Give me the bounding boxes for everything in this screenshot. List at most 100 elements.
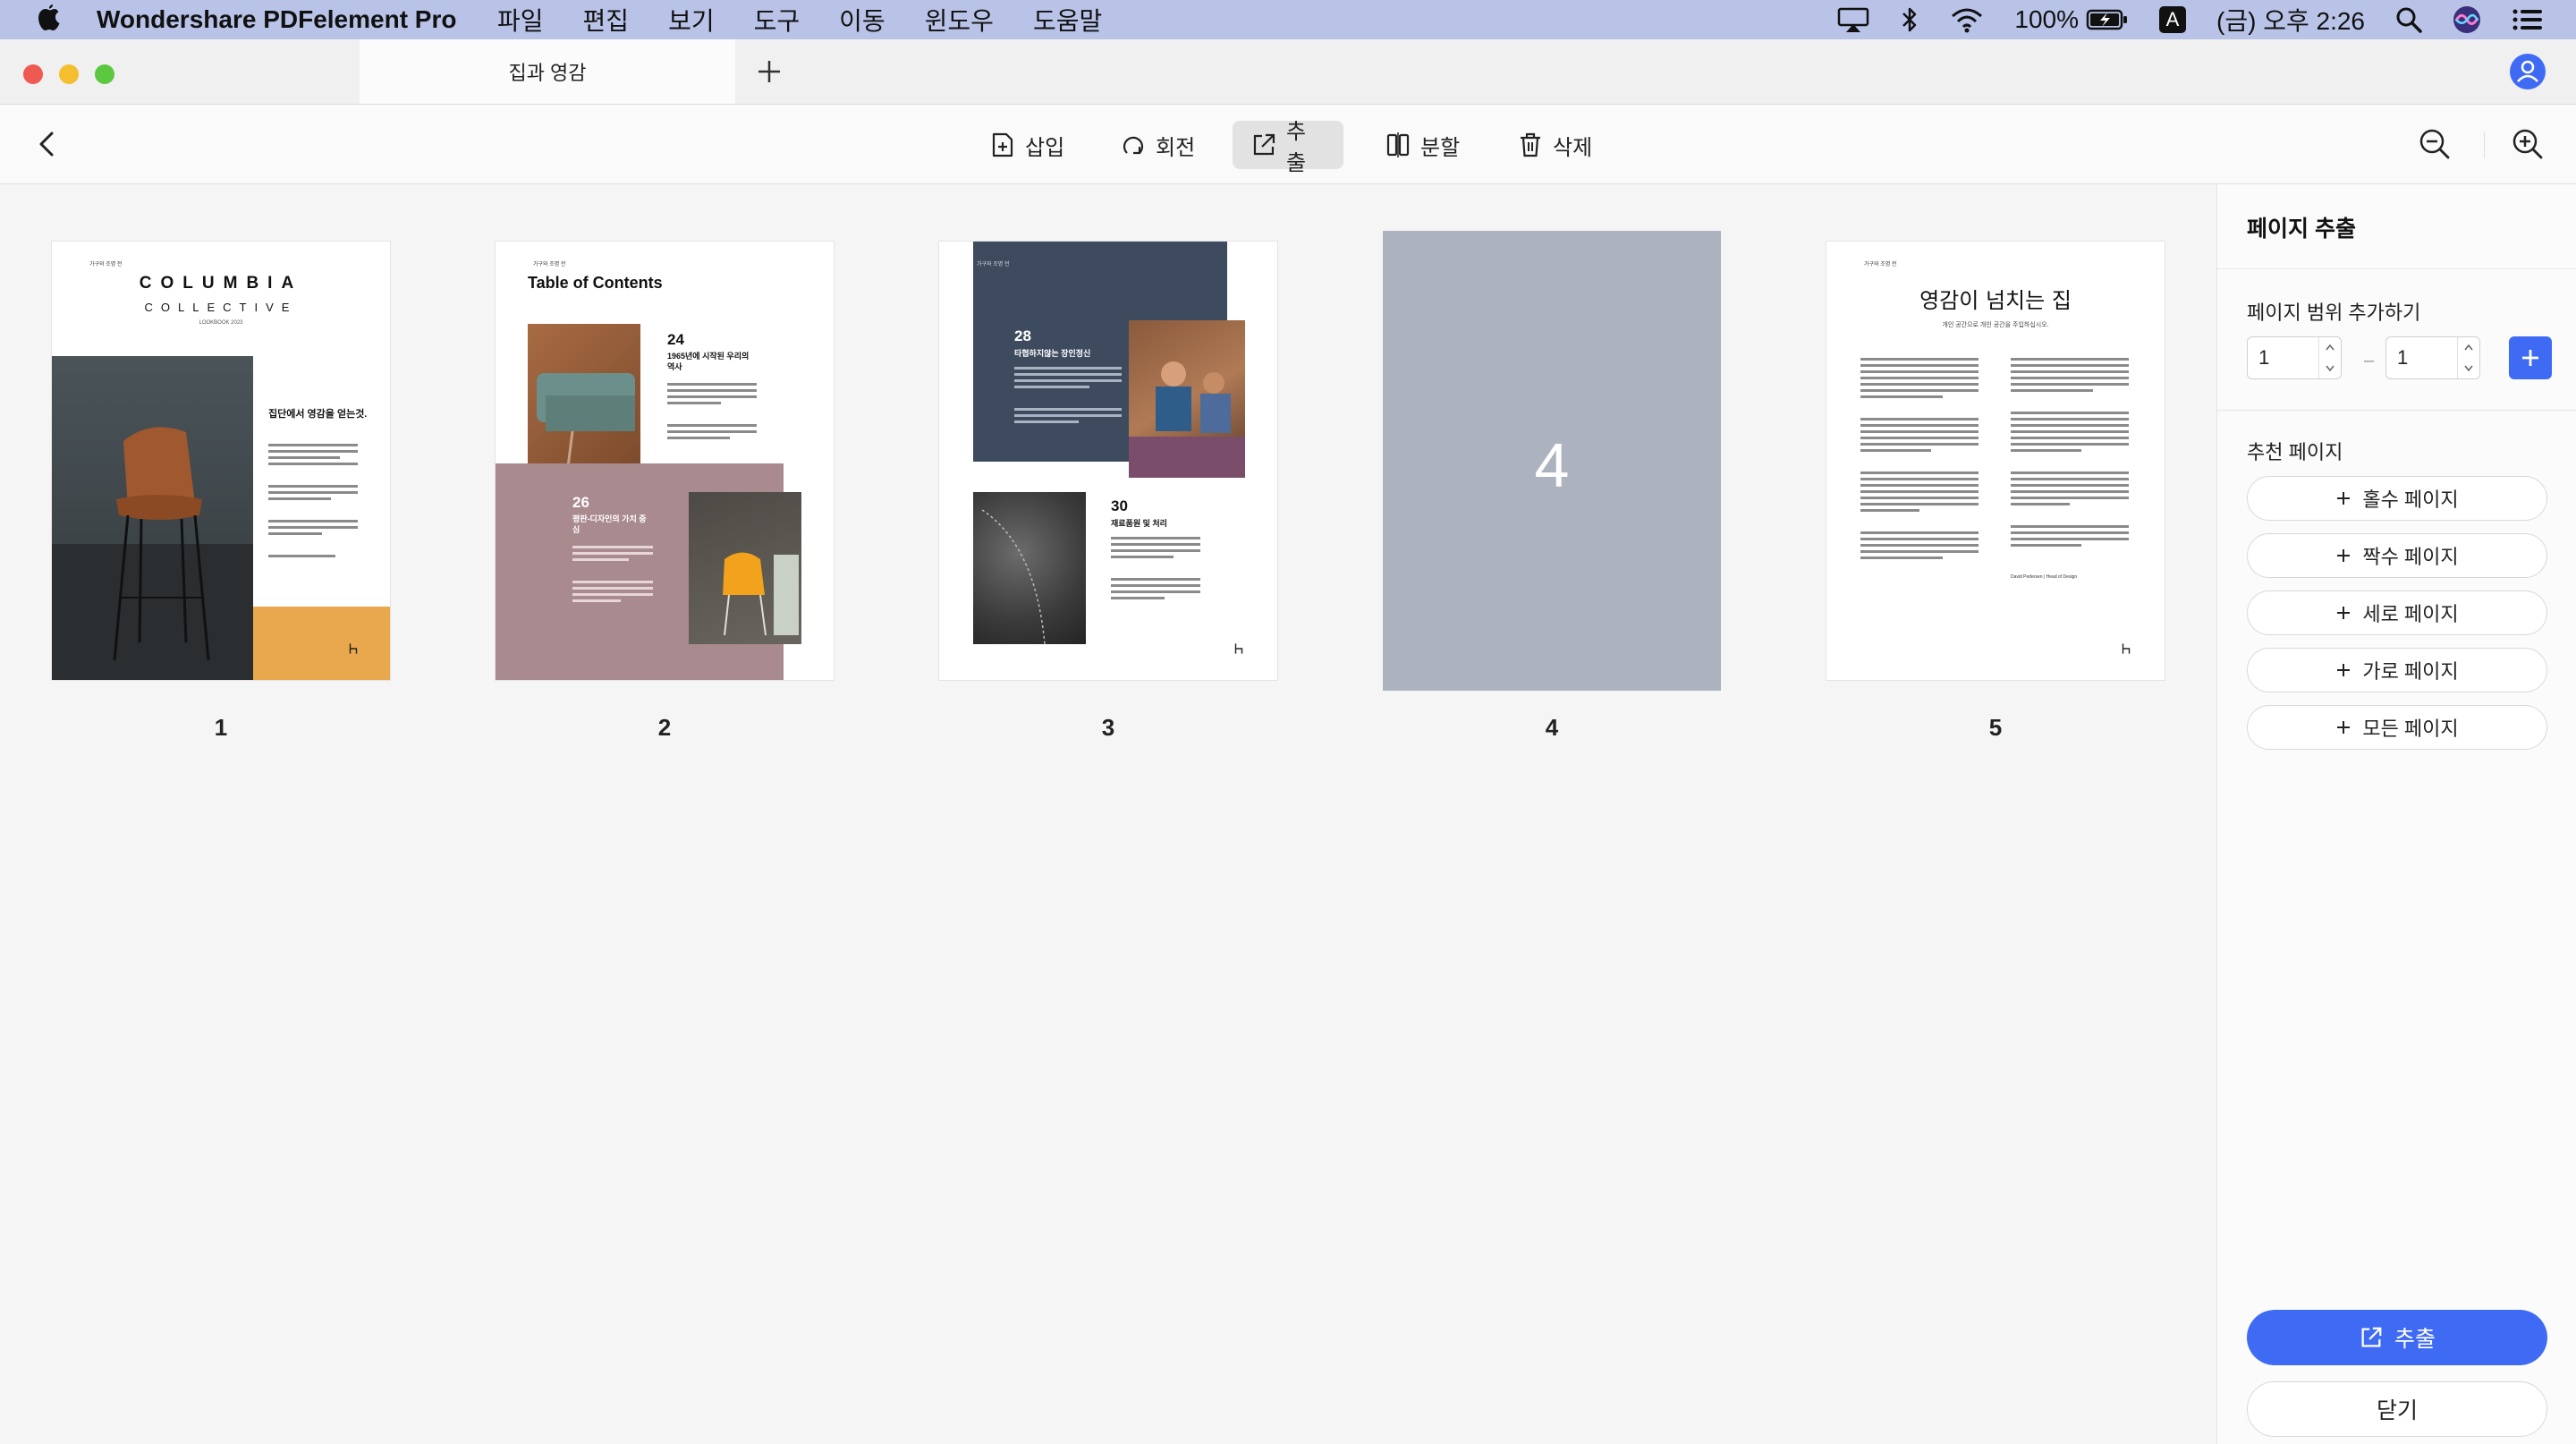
insert-page-button[interactable]: 삽입 (971, 121, 1082, 169)
stepper-up-icon[interactable] (2458, 337, 2479, 358)
chair-graphic (52, 427, 253, 680)
zoom-in-icon[interactable] (2510, 126, 2546, 162)
odd-pages-button[interactable]: 홀수 페이지 (2247, 476, 2547, 521)
menu-go[interactable]: 이동 (839, 2, 886, 38)
range-from-stepper[interactable] (2318, 337, 2341, 378)
panel-title: 페이지 추출 (2247, 217, 2356, 242)
split-page-button[interactable]: 분할 (1367, 121, 1478, 169)
menu-file[interactable]: 파일 (497, 2, 544, 38)
wifi-icon[interactable] (1950, 6, 1984, 33)
range-from-input[interactable]: 1 (2247, 336, 2342, 379)
stepper-up-icon[interactable] (2319, 337, 2341, 358)
menu-help[interactable]: 도움말 (1033, 2, 1102, 38)
range-to-input[interactable]: 1 (2385, 336, 2480, 379)
recommended-pages-label: 추천 페이지 (2247, 441, 2343, 463)
minimize-window-button[interactable] (59, 64, 79, 84)
page-thumbnail-3[interactable]: 가구와 조명 전 28 타협하지않는 장인정신 30 재료품원 및 처리 (939, 242, 1277, 680)
page-number-1: 1 (214, 714, 228, 741)
page-1-headline: 집단에서 영감을 얻는것. (268, 409, 368, 420)
document-tab[interactable]: 집과 영감 (360, 39, 735, 104)
menu-tools[interactable]: 도구 (754, 2, 801, 38)
apple-logo-icon[interactable] (34, 4, 64, 36)
close-panel-label: 닫기 (2376, 1398, 2418, 1423)
page-3-logo-icon (1234, 643, 1243, 654)
new-tab-plus-icon[interactable] (753, 55, 785, 88)
extract-page-button[interactable]: 추출 (1233, 120, 1343, 175)
app-name-menu[interactable]: Wondershare PDFelement Pro (97, 5, 456, 34)
toolbar-divider (2484, 132, 2485, 158)
extract-submit-label: 추출 (2394, 1327, 2436, 1352)
plus-icon (2337, 607, 2351, 619)
split-icon (1386, 132, 1410, 157)
document-tab-label: 집과 영감 (508, 62, 587, 84)
airplay-icon[interactable] (1837, 6, 1869, 33)
plus-icon (2337, 492, 2351, 505)
page-2-chair-photo (689, 492, 801, 644)
page-3-sec1-num: 28 (1014, 327, 1031, 344)
extract-icon (1253, 133, 1275, 156)
status-area: 100% A (금) 오후 2:26 (1837, 0, 2544, 39)
page-1-brand: COLUMBIA (139, 274, 303, 293)
menubar-clock[interactable]: (금) 오후 2:26 (2216, 2, 2365, 38)
menu-window[interactable]: 윈도우 (925, 2, 994, 38)
rotate-label: 회전 (1156, 135, 1196, 160)
page-1-brand-sub: COLLECTIVE (144, 301, 298, 314)
window-titlebar: 집과 영감 (0, 39, 2576, 105)
input-source-badge[interactable]: A (2159, 6, 2187, 33)
all-pages-label: 모든 페이지 (2362, 718, 2459, 740)
extract-submit-button[interactable]: 추출 (2247, 1310, 2547, 1365)
close-window-button[interactable] (23, 64, 43, 84)
battery-icon[interactable] (2086, 8, 2129, 31)
stepper-down-icon[interactable] (2319, 358, 2341, 378)
trash-icon (1521, 132, 1540, 157)
page-3-leather-photo (973, 492, 1086, 645)
stepper-down-icon[interactable] (2458, 358, 2479, 378)
page-5-subtitle: 개인 공간으로 개인 공간을 주입하십시오. (1942, 322, 2049, 328)
plus-icon (2337, 664, 2351, 676)
page-3-header: 가구와 조명 전 (977, 262, 1010, 268)
page-3-sec2-num: 30 (1111, 497, 1128, 514)
panel-divider (2217, 410, 2576, 411)
rotate-page-button[interactable]: 회전 (1102, 121, 1213, 169)
close-panel-button[interactable]: 닫기 (2247, 1381, 2547, 1437)
page-3-sec2-title: 재료품원 및 처리 (1111, 519, 1167, 528)
page-1-chair-photo (52, 356, 253, 680)
bluetooth-icon[interactable] (1900, 6, 1919, 33)
page-toolbar: 삽입 회전 추출 분할 삭제 (0, 105, 2576, 184)
page-thumbnail-4[interactable]: 4 (1383, 231, 1721, 691)
zoom-window-button[interactable] (95, 64, 114, 84)
portrait-pages-button[interactable]: 세로 페이지 (2247, 590, 2547, 635)
page-5-column-left (1860, 358, 1979, 563)
all-pages-button[interactable]: 모든 페이지 (2247, 705, 2547, 750)
insert-label: 삽입 (1025, 135, 1065, 160)
page-2-entry1-num: 24 (667, 331, 684, 348)
spotlight-search-icon[interactable] (2395, 6, 2422, 33)
control-center-icon[interactable] (2512, 7, 2544, 32)
range-to-stepper[interactable] (2457, 337, 2479, 378)
battery-percent: 100% (2014, 5, 2080, 33)
menu-edit[interactable]: 편집 (583, 2, 630, 38)
menu-view[interactable]: 보기 (668, 2, 715, 38)
page-2-entry1-text (667, 383, 757, 443)
page-2-entry1-title: 1965년에 시작된 우리의 역사 (667, 352, 750, 371)
siri-icon[interactable] (2453, 5, 2481, 34)
page-2-sofa-photo (528, 324, 640, 476)
page-1-orange-block (253, 607, 390, 680)
page-1-header: 가구와 조명 전 (89, 262, 123, 268)
page-5-column-right (2011, 358, 2129, 550)
page-thumbnail-5[interactable]: 가구와 조명 전 영감이 넘치는 집 개인 공간으로 개인 공간을 주입하십시오… (1826, 242, 2165, 680)
add-range-button[interactable] (2509, 336, 2552, 379)
back-arrow-icon[interactable] (32, 128, 63, 160)
page-thumbnail-1[interactable]: 가구와 조명 전 COLUMBIA COLLECTIVE LOOKBOOK 20… (52, 242, 390, 680)
range-separator: – (2364, 351, 2375, 370)
range-to-value: 1 (2397, 346, 2409, 369)
landscape-pages-button[interactable]: 가로 페이지 (2247, 648, 2547, 692)
user-account-icon[interactable] (2510, 54, 2546, 89)
menu-list: 파일 편집 보기 도구 이동 윈도우 도움말 (497, 2, 1141, 38)
page-1-body-text (268, 444, 358, 561)
zoom-out-icon[interactable] (2417, 126, 2453, 162)
even-pages-button[interactable]: 짝수 페이지 (2247, 533, 2547, 578)
landscape-pages-label: 가로 페이지 (2362, 660, 2459, 683)
delete-page-button[interactable]: 삭제 (1499, 121, 1610, 169)
page-thumbnail-2[interactable]: 가구와 조명 전 Table of Contents 24 1965년에 시작된… (496, 242, 834, 680)
